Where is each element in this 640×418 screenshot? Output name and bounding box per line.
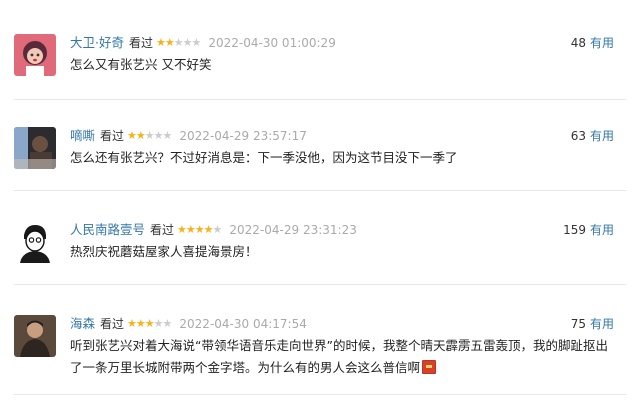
vote-area: 63 有用 xyxy=(571,127,614,145)
username-link[interactable]: 嘀嘶 xyxy=(70,127,95,145)
rating-stars: ★★★★★ xyxy=(127,315,173,333)
star-empty-icon: ★ xyxy=(162,129,173,142)
comment-time: 2022-04-30 04:17:54 xyxy=(179,317,307,331)
star-empty-icon: ★ xyxy=(153,129,164,142)
star-empty-icon: ★ xyxy=(191,36,202,49)
comment-header: 海森 看过 ★★★★★ 2022-04-30 04:17:54 xyxy=(70,315,307,333)
vote-area: 75 有用 xyxy=(571,315,614,333)
star-filled-icon: ★ xyxy=(185,223,196,236)
star-filled-icon: ★ xyxy=(135,129,146,142)
comment-header: 人民南路壹号 看过 ★★★★★ 2022-04-29 23:31:23 xyxy=(70,221,357,239)
divider xyxy=(14,99,626,100)
comment-header: 大卫·好奇 看过 ★★★★★ 2022-04-30 01:00:29 xyxy=(70,34,336,52)
star-filled-icon: ★ xyxy=(144,317,155,330)
vote-area: 159 有用 xyxy=(563,221,614,239)
useful-button[interactable]: 有用 xyxy=(590,36,614,50)
comment-text: 怎么又有张艺兴 又不好笑 xyxy=(70,57,212,72)
username-link[interactable]: 大卫·好奇 xyxy=(70,34,124,52)
watch-status: 看过 xyxy=(150,223,175,237)
comment-text-body: 听到张艺兴对着大海说“带领华语音乐走向世界”的时候，我整个晴天霹雳五雷轰顶，我的… xyxy=(70,338,608,375)
star-empty-icon: ★ xyxy=(173,36,184,49)
emoji-icon xyxy=(422,360,437,374)
rating-stars: ★★★★★ xyxy=(177,221,223,239)
useful-button[interactable]: 有用 xyxy=(590,223,614,237)
comment-text: 听到张艺兴对着大海说“带领华语音乐走向世界”的时候，我整个晴天霹雳五雷轰顶，我的… xyxy=(70,335,615,379)
star-filled-icon: ★ xyxy=(135,317,146,330)
star-empty-icon: ★ xyxy=(144,129,155,142)
watch-status: 看过 xyxy=(100,129,125,143)
star-filled-icon: ★ xyxy=(203,223,214,236)
comment-time: 2022-04-29 23:57:17 xyxy=(179,129,307,143)
star-filled-icon: ★ xyxy=(177,223,187,236)
useful-button[interactable]: 有用 xyxy=(590,317,614,331)
useful-button[interactable]: 有用 xyxy=(590,129,614,143)
star-empty-icon: ★ xyxy=(153,317,164,330)
vote-count: 48 xyxy=(570,36,586,50)
user-avatar[interactable] xyxy=(14,315,56,357)
user-avatar[interactable] xyxy=(14,221,56,263)
vote-count: 75 xyxy=(570,317,586,331)
comment-header: 嘀嘶 看过 ★★★★★ 2022-04-29 23:57:17 xyxy=(70,127,307,145)
star-filled-icon: ★ xyxy=(127,129,137,142)
star-filled-icon: ★ xyxy=(194,223,205,236)
comment-time: 2022-04-29 23:31:23 xyxy=(229,223,357,237)
user-avatar[interactable] xyxy=(14,34,56,76)
rating-stars: ★★★★★ xyxy=(156,34,202,52)
vote-count: 63 xyxy=(570,129,586,143)
avatar-photo-icon xyxy=(14,127,56,169)
avatar-woman-illustration-icon xyxy=(14,34,56,76)
star-empty-icon: ★ xyxy=(212,223,223,236)
watch-status: 看过 xyxy=(128,36,153,50)
username-link[interactable]: 海森 xyxy=(70,315,95,333)
user-avatar[interactable] xyxy=(14,127,56,169)
vote-area: 48 有用 xyxy=(571,34,614,52)
divider xyxy=(14,284,626,285)
star-empty-icon: ★ xyxy=(182,36,193,49)
star-filled-icon: ★ xyxy=(164,36,175,49)
comment-list: 大卫·好奇 看过 ★★★★★ 2022-04-30 01:00:29 48 有用 … xyxy=(0,0,640,418)
divider xyxy=(14,190,626,191)
star-filled-icon: ★ xyxy=(127,317,137,330)
divider xyxy=(14,394,626,395)
star-filled-icon: ★ xyxy=(156,36,166,49)
avatar-sketch-man-icon xyxy=(14,221,56,263)
comment-text: 热烈庆祝蘑菇屋家人喜提海景房！ xyxy=(70,244,258,259)
rating-stars: ★★★★★ xyxy=(127,127,173,145)
watch-status: 看过 xyxy=(100,317,125,331)
comment-text: 怎么还有张艺兴？不过好消息是：下一季没他，因为这节目没下一季了 xyxy=(70,150,458,165)
comment-time: 2022-04-30 01:00:29 xyxy=(208,36,336,50)
username-link[interactable]: 人民南路壹号 xyxy=(70,221,145,239)
star-empty-icon: ★ xyxy=(162,317,173,330)
vote-count: 159 xyxy=(563,223,586,237)
avatar-man-photo-icon xyxy=(14,315,56,357)
